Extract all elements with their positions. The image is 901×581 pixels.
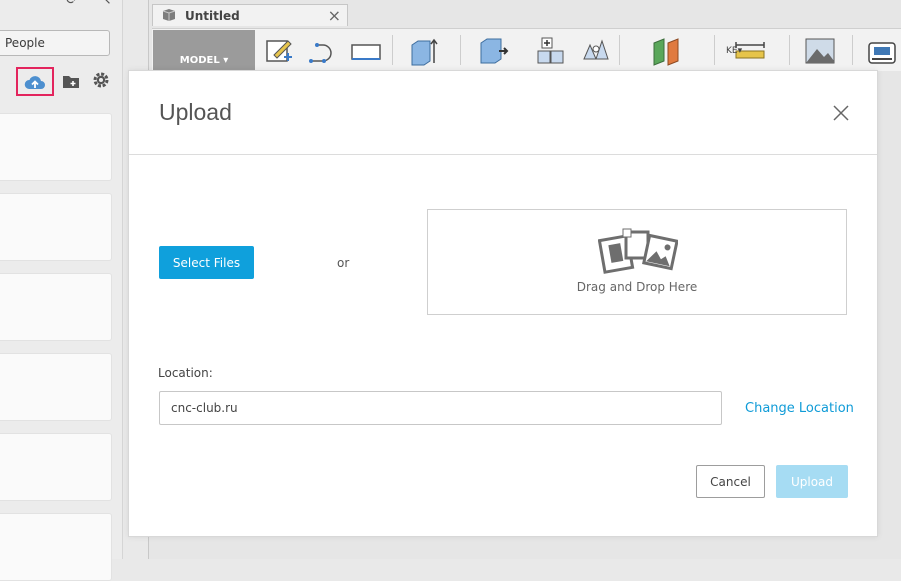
create-sketch-icon[interactable] [264, 35, 296, 67]
toolbar-separator [714, 35, 715, 65]
dialog-divider [129, 154, 877, 155]
close-tab-icon[interactable]: × [328, 6, 341, 25]
file-card[interactable] [0, 193, 112, 261]
rectangle-icon[interactable] [350, 35, 382, 67]
file-card[interactable] [0, 513, 112, 581]
location-label: Location: [158, 366, 213, 380]
gear-icon[interactable] [92, 71, 110, 89]
insert-image-icon[interactable] [804, 35, 836, 67]
assemble-icon[interactable] [535, 35, 567, 67]
select-files-button[interactable]: Select Files [159, 246, 254, 279]
3d-print-icon[interactable] [866, 35, 898, 67]
document-cube-icon [162, 9, 176, 21]
panel-toolbar [0, 66, 122, 98]
main-toolbar: MODEL ▾ [152, 28, 901, 71]
upload-dialog: Upload Select Files or Drag and Drop Her… [128, 70, 878, 537]
search-icon[interactable]: ↖ [100, 0, 112, 8]
drag-drop-label: Drag and Drop Here [576, 280, 698, 294]
people-tab-label: People [5, 36, 45, 50]
toolbar-separator [789, 35, 790, 65]
extrude-icon[interactable] [408, 35, 440, 67]
change-location-link[interactable]: Change Location [745, 401, 854, 416]
location-field[interactable] [159, 391, 722, 425]
file-card[interactable] [0, 433, 112, 501]
toolbar-separator [619, 35, 620, 65]
cloud-upload-icon [24, 75, 45, 89]
upload-submit-button[interactable]: Upload [776, 465, 848, 498]
file-card[interactable] [0, 273, 112, 341]
new-folder-icon[interactable] [62, 72, 80, 90]
refresh-icon[interactable]: ⟳ [66, 0, 78, 8]
cancel-button[interactable]: Cancel [696, 465, 765, 498]
workspace-switcher-button[interactable]: MODEL ▾ [153, 30, 255, 71]
toolbar-separator [392, 35, 393, 65]
people-tab[interactable]: People [0, 30, 110, 56]
or-label: or [337, 256, 350, 270]
dialog-title: Upload [159, 99, 232, 125]
close-icon[interactable] [831, 103, 851, 123]
data-panel: ⟳ ↖ People [0, 0, 123, 581]
make-menu-label[interactable]: KE▾ [726, 46, 742, 56]
toolbar-separator [460, 35, 461, 65]
file-card[interactable] [0, 353, 112, 421]
drag-drop-zone[interactable]: Drag and Drop Here [427, 209, 847, 315]
panel-top-icons: ⟳ ↖ [60, 0, 120, 8]
document-tab[interactable]: Untitled × [152, 4, 348, 26]
modify-icon[interactable] [477, 35, 509, 67]
construct-plane-icon[interactable] [650, 35, 682, 67]
drag-drop-files-icon [598, 228, 678, 274]
joint-icon[interactable] [580, 35, 612, 67]
toolbar-separator [852, 35, 853, 65]
file-card[interactable] [0, 113, 112, 181]
document-tab-title: Untitled [185, 9, 240, 23]
arc-line-icon[interactable] [307, 35, 339, 67]
upload-button-highlighted[interactable] [16, 67, 54, 96]
